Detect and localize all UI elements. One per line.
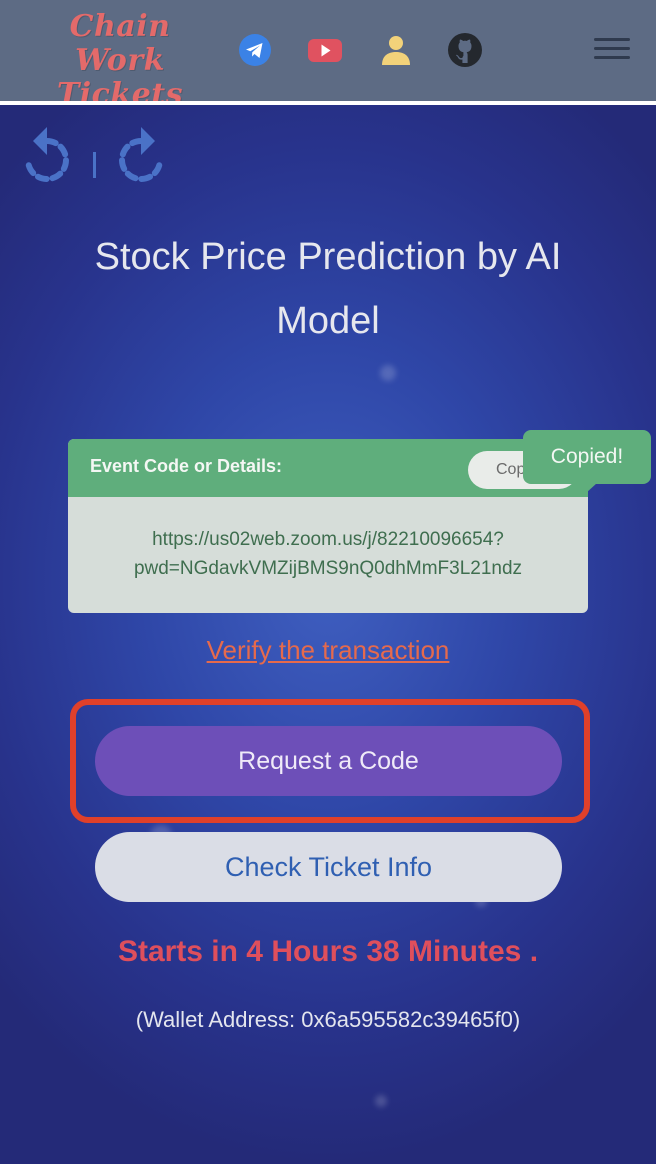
event-code-label: Event Code or Details: [90, 456, 283, 476]
main-content: Stock Price Prediction by AI Model Event… [0, 105, 656, 1164]
copied-tooltip-arrow [575, 483, 597, 493]
copied-tooltip: Copied! [523, 430, 651, 484]
background-sparkle [375, 1095, 387, 1107]
user-icon[interactable] [378, 32, 414, 68]
undo-icon[interactable] [18, 125, 76, 193]
event-code-line-2: pwd=NGdavkVMZijBMS9nQ0dhMmF3L21ndz [133, 558, 523, 579]
request-code-button[interactable]: Request a Code [95, 726, 562, 796]
menu-icon[interactable] [594, 36, 630, 62]
youtube-icon[interactable] [306, 32, 344, 68]
page-title-line-2: Model [276, 300, 380, 342]
telegram-icon[interactable] [237, 32, 273, 68]
background-sparkle [380, 365, 396, 381]
event-code-value[interactable]: https://us02web.zoom.us/j/82210096654? p… [68, 525, 588, 583]
page-title: Stock Price Prediction by AI Model [40, 225, 616, 353]
event-code-card-header: Event Code or Details: Copy [68, 439, 588, 497]
wallet-address: (Wallet Address: 0x6a595582c39465f0) [135, 1007, 521, 1032]
check-ticket-info-button[interactable]: Check Ticket Info [95, 832, 562, 902]
nav-separator [93, 152, 96, 178]
github-icon[interactable] [447, 32, 483, 68]
logo-line-1: Chain Work [69, 9, 171, 78]
menu-bar-top [594, 38, 630, 41]
event-code-card: Event Code or Details: Copy https://us02… [68, 439, 588, 613]
menu-bar-middle [594, 47, 630, 50]
event-code-line-1: https://us02web.zoom.us/j/82210096654? [152, 529, 504, 550]
redo-icon[interactable] [112, 125, 170, 193]
site-logo[interactable]: Chain Work Tickets [20, 10, 220, 112]
page-title-line-1: Stock Price Prediction by AI [94, 236, 562, 278]
top-header: Chain Work Tickets [0, 0, 656, 112]
menu-bar-bottom [594, 56, 630, 59]
verify-transaction-link[interactable]: Verify the transaction [0, 635, 656, 666]
countdown-status: Starts in 4 Hours 38 Minutes . [117, 935, 539, 968]
